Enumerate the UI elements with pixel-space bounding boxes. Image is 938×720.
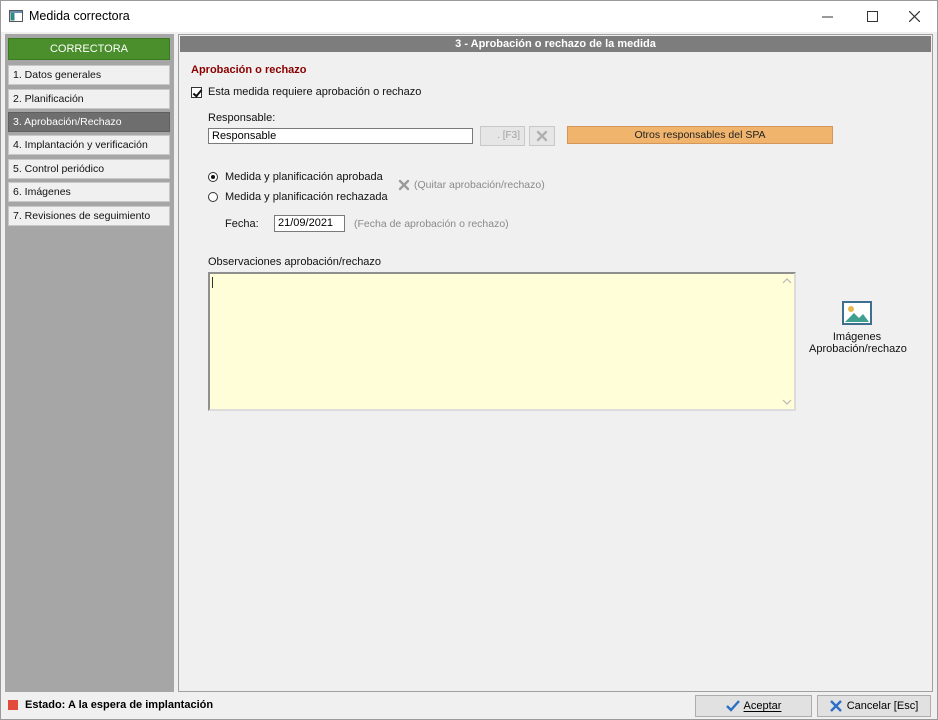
main-panel: 3 - Aprobación o rechazo de la medida Ap…: [178, 34, 933, 692]
maximize-button[interactable]: [849, 1, 895, 32]
responsable-lookup-button[interactable]: . [F3]: [480, 126, 525, 146]
section-title: Aprobación o rechazo: [191, 64, 307, 76]
sidebar: CORRECTORA 1. Datos generales 2. Planifi…: [5, 34, 174, 692]
status-indicator: [8, 700, 18, 710]
image-icon: [842, 301, 872, 325]
sidebar-item-datos-generales[interactable]: 1. Datos generales: [8, 65, 170, 85]
text-caret: [212, 277, 213, 288]
title-bar: Medida correctora: [1, 1, 937, 32]
check-icon: [725, 700, 740, 712]
images-button-label-line1: Imágenes: [832, 331, 882, 343]
close-button[interactable]: [891, 1, 937, 32]
observaciones-label: Observaciones aprobación/rechazo: [208, 256, 382, 268]
responsable-label: Responsable:: [208, 112, 276, 124]
sidebar-header: CORRECTORA: [8, 38, 170, 60]
minimize-icon: [821, 16, 833, 17]
images-button-label-line2: Aprobación/rechazo: [809, 343, 907, 355]
observaciones-textarea[interactable]: [208, 272, 796, 411]
cancel-label: Cancelar [Esc]: [846, 700, 919, 712]
rejected-radio[interactable]: [208, 192, 218, 202]
remove-approval-label: (Quitar aprobación/rechazo): [414, 179, 545, 191]
sidebar-item-revisiones[interactable]: 7. Revisiones de seguimiento: [8, 206, 170, 226]
maximize-icon: [866, 11, 878, 22]
rejected-label: Medida y planificación rechazada: [225, 191, 388, 203]
clear-icon: [536, 130, 548, 142]
approved-radio-row[interactable]: Medida y planificación aprobada: [208, 171, 383, 183]
observaciones-scrollbar[interactable]: [780, 274, 794, 409]
remove-icon: [398, 179, 410, 191]
sidebar-item-control-periodico[interactable]: 5. Control periódico: [8, 159, 170, 179]
accept-label: Aceptar: [743, 700, 782, 712]
rejected-radio-row[interactable]: Medida y planificación rechazada: [208, 191, 388, 203]
fecha-hint: (Fecha de aprobación o rechazo): [354, 218, 509, 230]
dialog-window: Medida correctora CORRECTORA 1. Datos ge…: [0, 0, 938, 720]
requires-approval-row[interactable]: Esta medida requiere aprobación o rechaz…: [191, 86, 421, 98]
sidebar-item-planificacion[interactable]: 2. Planificación: [8, 89, 170, 109]
cancel-button[interactable]: Cancelar [Esc]: [817, 695, 931, 717]
remove-approval-button[interactable]: (Quitar aprobación/rechazo): [398, 179, 545, 191]
app-icon: [9, 10, 23, 22]
fecha-input[interactable]: 21/09/2021: [274, 215, 345, 232]
sidebar-item-imagenes[interactable]: 6. Imágenes: [8, 182, 170, 202]
scroll-up-icon: [782, 278, 792, 284]
sidebar-item-implantacion[interactable]: 4. Implantación y verificación: [8, 135, 170, 155]
window-title: Medida correctora: [29, 9, 130, 23]
section-header: 3 - Aprobación o rechazo de la medida: [180, 36, 931, 52]
cancel-icon: [829, 700, 842, 712]
sidebar-item-aprobacion-rechazo[interactable]: 3. Aprobación/Rechazo: [8, 112, 170, 132]
status-text: Estado: A la espera de implantación: [25, 699, 214, 711]
approved-radio[interactable]: [208, 172, 218, 182]
requires-approval-label: Esta medida requiere aprobación o rechaz…: [208, 86, 422, 98]
responsable-input[interactable]: Responsable: [208, 128, 473, 144]
requires-approval-checkbox[interactable]: [191, 86, 202, 98]
close-icon: [908, 11, 920, 22]
approved-label: Medida y planificación aprobada: [225, 171, 383, 183]
fecha-label: Fecha:: [225, 218, 259, 230]
minimize-button[interactable]: [804, 1, 850, 32]
responsable-clear-button[interactable]: [529, 126, 555, 146]
images-approval-button[interactable]: Imágenes Aprobación/rechazo: [809, 301, 907, 361]
otros-responsables-button[interactable]: Otros responsables del SPA: [567, 126, 833, 144]
scroll-down-icon: [782, 399, 792, 405]
accept-button[interactable]: Aceptar: [695, 695, 812, 717]
